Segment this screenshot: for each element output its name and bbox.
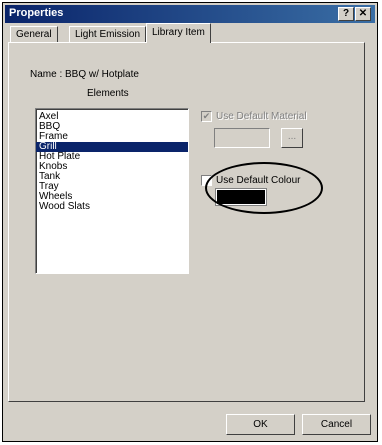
- highlight-ellipse: [205, 162, 323, 214]
- cancel-button[interactable]: Cancel: [302, 414, 371, 435]
- tab-panel: [8, 42, 365, 402]
- tab-general[interactable]: General: [10, 26, 58, 42]
- ok-button[interactable]: OK: [226, 414, 295, 435]
- close-button[interactable]: ✕: [355, 7, 371, 21]
- title-bar[interactable]: Properties ? ✕: [5, 5, 375, 23]
- help-button[interactable]: ?: [338, 7, 354, 21]
- tab-light-emission[interactable]: Light Emission: [69, 26, 147, 42]
- tab-library-item[interactable]: Library Item: [146, 23, 211, 43]
- window-title: Properties: [9, 7, 64, 19]
